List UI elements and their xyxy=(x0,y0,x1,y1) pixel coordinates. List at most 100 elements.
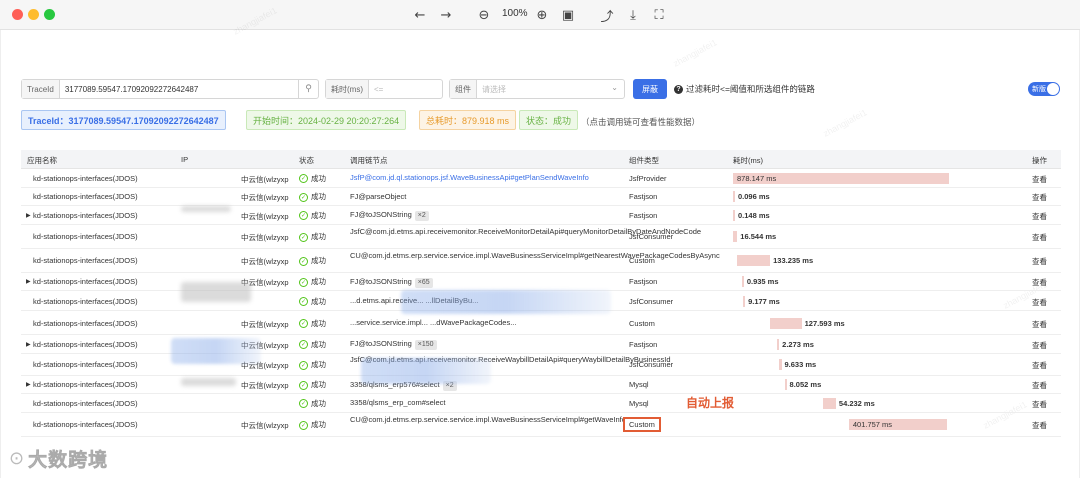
table-row[interactable]: ▶ kd-stationops-interfaces(JDOS) 中云信(wlzyx… xyxy=(21,273,1061,291)
app-name: kd-stationops-interfaces(JDOS) xyxy=(33,256,138,265)
chain-node-text: ...service.service.impl... ...dWavePacka… xyxy=(350,318,517,327)
chain-node-link[interactable]: 3358/qlsms_erp_com#select xyxy=(350,398,622,408)
chevron-down-icon[interactable]: ⌄ xyxy=(611,83,618,92)
duration-bar[interactable] xyxy=(733,209,735,221)
duration-bar[interactable] xyxy=(770,317,802,329)
chain-node-link[interactable]: FJ@parseObject xyxy=(350,192,622,202)
app-name: kd-stationops-interfaces(JDOS) xyxy=(33,360,138,369)
table-row[interactable]: ▶ kd-stationops-interfaces(JDOS) 中云信(wlzyx… xyxy=(21,206,1061,225)
chain-node-link[interactable]: ...service.service.impl... ...dWavePacka… xyxy=(350,318,622,328)
toggle-knob xyxy=(1047,83,1059,95)
component-select[interactable]: 请选择 xyxy=(477,84,511,95)
table-row[interactable]: kd-stationops-interfaces(JDOS) ✓ 成功 3358/ql… xyxy=(21,394,1061,413)
check-circle-icon: ✓ xyxy=(299,277,308,287)
search-icon[interactable]: ⚲ xyxy=(298,80,318,98)
chain-node-link[interactable]: FJ@toJSONString ×150 xyxy=(350,339,622,351)
duration-input[interactable]: <= xyxy=(369,85,388,94)
table-row[interactable]: kd-stationops-interfaces(JDOS) 中云信(wlzyxp… xyxy=(21,413,1061,437)
zoom-out-icon[interactable]: ⊖ xyxy=(475,6,493,24)
status-cell: ✓ 成功 xyxy=(299,398,326,409)
duration-bar[interactable] xyxy=(742,295,746,307)
view-link[interactable]: 查看 xyxy=(1032,399,1047,410)
duration-bar[interactable] xyxy=(733,191,735,203)
duration-bar[interactable] xyxy=(737,255,771,266)
filter-button[interactable]: 屏蔽 xyxy=(633,79,667,99)
duration-bar[interactable] xyxy=(741,276,744,288)
watermark: zhangjiafei1 xyxy=(671,37,719,69)
duration-bar[interactable] xyxy=(733,231,738,242)
component-type: JsfProvider xyxy=(629,173,667,183)
rotate-icon[interactable]: ⤴ xyxy=(598,6,616,25)
chain-node-link[interactable]: CU@com.jd.etms.erp.service.service.impl.… xyxy=(350,251,720,261)
view-link[interactable]: 查看 xyxy=(1032,297,1047,308)
chain-node-link[interactable]: JsfP@com.jd.ql.stationops.jsf.WaveBusine… xyxy=(350,173,622,183)
header-duration: 耗时(ms) xyxy=(733,156,763,165)
close-window-button[interactable] xyxy=(12,9,23,20)
view-link[interactable]: 查看 xyxy=(1032,277,1047,288)
chain-node-link[interactable]: CU@com.jd.etms.erp.service.service.impl.… xyxy=(350,415,655,425)
summary-status: 状态：成功 xyxy=(519,110,579,130)
app-name: kd-stationops-interfaces(JDOS) xyxy=(33,210,138,220)
duration-bar[interactable] xyxy=(784,379,787,391)
new-version-toggle[interactable]: 新版 xyxy=(1028,82,1060,96)
duration-bar[interactable] xyxy=(779,359,782,370)
chain-node-link[interactable]: FJ@toJSONString ×65 xyxy=(350,277,622,288)
status-text: 成功 xyxy=(311,339,326,349)
view-link[interactable]: 查看 xyxy=(1032,420,1047,431)
status-cell: ✓ 成功 xyxy=(299,419,326,430)
view-link[interactable]: 查看 xyxy=(1032,340,1047,351)
table-row[interactable]: kd-stationops-interfaces(JDOS) 中云信(wlzyxp… xyxy=(21,225,1061,249)
download-icon[interactable]: ⤓ xyxy=(624,6,642,24)
app-name: kd-stationops-interfaces(JDOS) xyxy=(33,277,138,287)
zoom-window-button[interactable] xyxy=(44,9,55,20)
back-arrow-icon[interactable]: ← xyxy=(411,6,429,24)
status-cell: ✓ 成功 xyxy=(299,296,326,307)
traceid-input[interactable]: 3177089.59547.17092092272642487 xyxy=(60,85,203,94)
view-link[interactable]: 查看 xyxy=(1032,174,1047,185)
fit-page-icon[interactable]: ▣ xyxy=(559,6,577,24)
duration-bar[interactable] xyxy=(822,397,836,409)
minimize-window-button[interactable] xyxy=(28,9,39,20)
status-text: 成功 xyxy=(311,173,326,183)
call-count-badge: ×2 xyxy=(414,211,429,222)
app-name: kd-stationops-interfaces(JDOS) xyxy=(33,296,138,306)
check-circle-icon: ✓ xyxy=(299,211,308,221)
view-link[interactable]: 查看 xyxy=(1032,192,1047,203)
traceid-search: TraceId 3177089.59547.17092092272642487 … xyxy=(21,79,319,99)
zoom-in-icon[interactable]: ⊕ xyxy=(533,6,551,24)
summary-start-time: 开始时间：2024-02-29 20:20:27:264 xyxy=(246,110,407,130)
check-circle-icon: ✓ xyxy=(299,399,308,409)
expand-caret-icon[interactable]: ▶ xyxy=(26,212,31,219)
table-row[interactable]: kd-stationops-interfaces(JDOS) 中云信(wlzyxp… xyxy=(21,311,1061,335)
header-chain: 调用链节点 xyxy=(350,156,388,165)
ip-address: 中云信(wlzyxp xyxy=(241,233,289,242)
table-row[interactable]: kd-stationops-interfaces(JDOS) 中云信(wlzyxp… xyxy=(21,169,1061,188)
expand-caret-icon[interactable]: ▶ xyxy=(26,278,31,285)
brand-text: 大数跨境 xyxy=(28,450,109,472)
view-link[interactable]: 查看 xyxy=(1032,232,1047,243)
status-text: 成功 xyxy=(311,318,326,328)
screenshot-icon[interactable]: ⛶ xyxy=(650,6,668,24)
component-label: 组件 xyxy=(450,80,477,98)
view-link[interactable]: 查看 xyxy=(1032,211,1047,222)
view-link[interactable]: 查看 xyxy=(1032,380,1047,391)
check-circle-icon: ✓ xyxy=(299,174,308,184)
view-link[interactable]: 查看 xyxy=(1032,319,1047,330)
expand-caret-icon[interactable]: ▶ xyxy=(26,341,31,348)
forward-arrow-icon[interactable]: → xyxy=(437,6,455,24)
header-app: 应用名称 xyxy=(27,156,57,165)
table-row[interactable]: ▶ kd-stationops-interfaces(JDOS) 中云信(wlzyx… xyxy=(21,376,1061,394)
view-link[interactable]: 查看 xyxy=(1032,256,1047,267)
check-circle-icon: ✓ xyxy=(299,380,308,390)
table-row[interactable]: kd-stationops-interfaces(JDOS) 中云信(wlzyxp… xyxy=(21,249,1061,273)
duration-label: 54.232 ms xyxy=(838,398,875,408)
component-type: JsfConsumer xyxy=(629,296,674,306)
table-row[interactable]: kd-stationops-interfaces(JDOS) 中云信(wlzyxp… xyxy=(21,188,1061,206)
duration-bar[interactable] xyxy=(777,338,780,350)
expand-caret-icon[interactable]: ▶ xyxy=(26,381,31,388)
view-link[interactable]: 查看 xyxy=(1032,360,1047,371)
chain-node-link[interactable]: FJ@toJSONString ×2 xyxy=(350,210,622,222)
app-name: kd-stationops-interfaces(JDOS) xyxy=(33,232,138,241)
chain-node-link[interactable]: JsfC@com.jd.etms.api.receivemonitor.Rece… xyxy=(350,227,701,237)
duration-label: 0.935 ms xyxy=(746,277,779,287)
